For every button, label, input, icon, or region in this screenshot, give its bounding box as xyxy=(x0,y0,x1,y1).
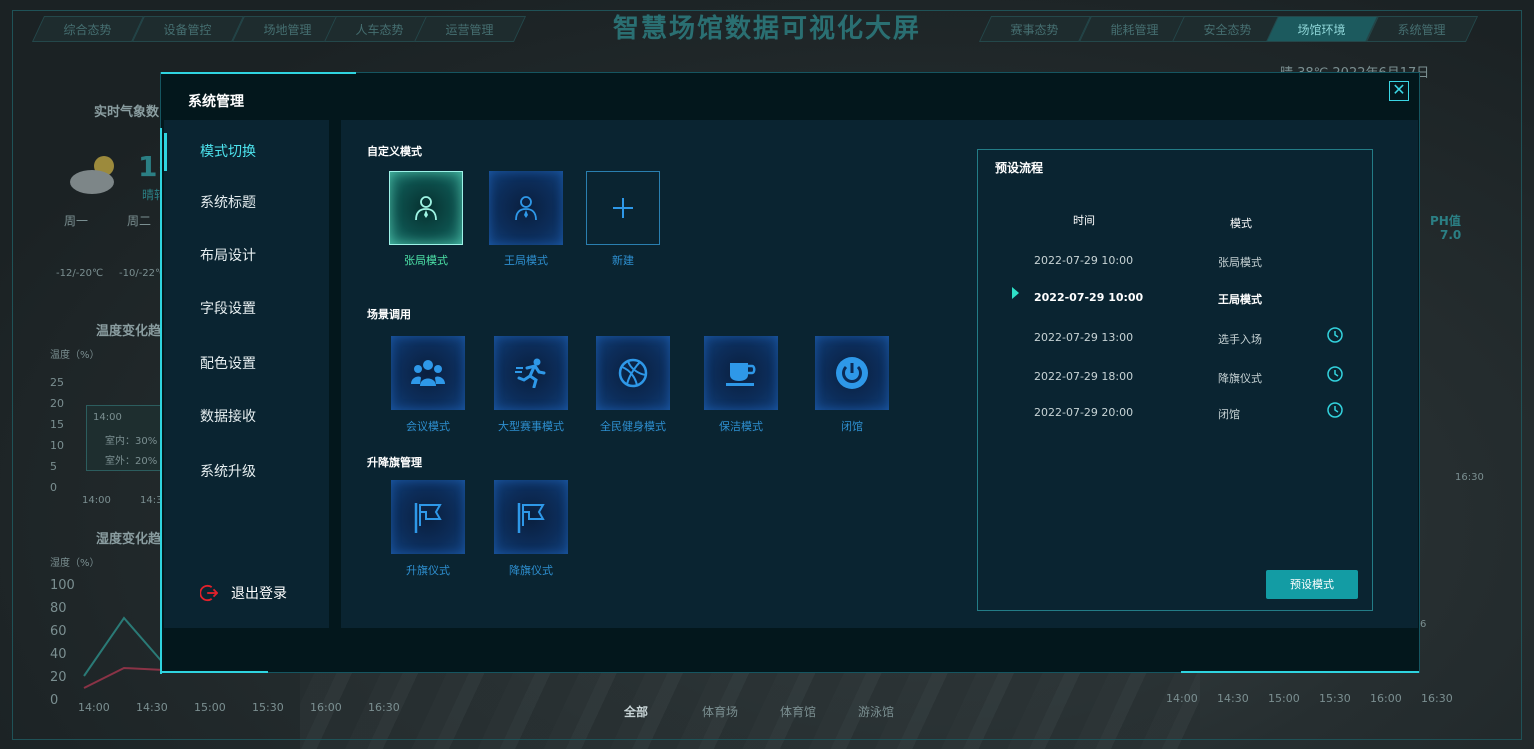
mode-tile-label: 新建 xyxy=(612,254,634,267)
mode-tile-label: 张局模式 xyxy=(404,254,448,267)
clock-icon[interactable] xyxy=(1327,402,1343,418)
settings-sidebar: 模式切换 系统标题 布局设计 字段设置 配色设置 数据接收 系统升级 退出登录 xyxy=(164,120,329,628)
cup-icon xyxy=(726,363,756,386)
scene-tile-label: 大型赛事模式 xyxy=(498,420,564,433)
flow-col-time: 时间 xyxy=(1073,214,1095,227)
flow-row-2-time: 2022-07-29 13:00 xyxy=(1034,331,1134,344)
flag-tile-label: 升旗仪式 xyxy=(406,564,450,577)
logout-label: 退出登录 xyxy=(231,586,287,602)
flow-row-0-mode: 张局模式 xyxy=(1218,256,1262,269)
dialog-title: 系统管理 xyxy=(188,94,244,110)
accent-line xyxy=(161,671,268,673)
accent-line xyxy=(160,128,162,674)
flow-row-1-time: 2022-07-29 10:00 xyxy=(1034,291,1144,304)
sidebar-item-colors[interactable]: 配色设置 xyxy=(164,343,329,385)
mode-tile-zhang[interactable] xyxy=(389,171,463,245)
modal-overlay: 系统管理 ✕ 模式切换 系统标题 布局设计 字段设置 配色设置 数据接收 系统升… xyxy=(0,0,1534,749)
person-tie-icon xyxy=(515,196,537,221)
flow-col-mode: 模式 xyxy=(1230,217,1252,230)
flow-row-4-time: 2022-07-29 20:00 xyxy=(1034,406,1134,419)
flag-tile-raise[interactable] xyxy=(391,480,465,554)
sidebar-item-upgrade[interactable]: 系统升级 xyxy=(164,451,329,493)
power-icon xyxy=(836,357,868,389)
accent-line xyxy=(1181,671,1419,673)
new-mode-button[interactable] xyxy=(586,171,660,245)
flag-icon xyxy=(414,503,442,533)
scene-tile-label: 会议模式 xyxy=(406,420,450,433)
flag-tile-label: 降旗仪式 xyxy=(509,564,553,577)
accent-line xyxy=(161,72,356,74)
sidebar-item-data-receive[interactable]: 数据接收 xyxy=(164,396,329,438)
scene-tile-cleaning[interactable] xyxy=(704,336,778,410)
sidebar-item-layout[interactable]: 布局设计 xyxy=(164,235,329,277)
runner-icon xyxy=(515,358,546,388)
person-tie-icon xyxy=(415,196,437,221)
scene-heading: 场景调用 xyxy=(367,308,411,321)
mode-tile-label: 王局模式 xyxy=(504,254,548,267)
flow-row-0-time: 2022-07-29 10:00 xyxy=(1034,254,1134,267)
scene-tile-close[interactable] xyxy=(815,336,889,410)
sidebar-item-fields[interactable]: 字段设置 xyxy=(164,288,329,330)
sidebar-item-mode-switch[interactable]: 模式切换 xyxy=(164,131,329,173)
clock-icon[interactable] xyxy=(1327,366,1343,382)
scene-tile-meeting[interactable] xyxy=(391,336,465,410)
close-icon: ✕ xyxy=(1392,80,1406,99)
group-icon xyxy=(411,360,445,386)
mode-tile-wang[interactable] xyxy=(489,171,563,245)
scene-tile-fitness[interactable] xyxy=(596,336,670,410)
system-management-dialog: 系统管理 ✕ 模式切换 系统标题 布局设计 字段设置 配色设置 数据接收 系统升… xyxy=(160,72,1420,674)
logout-icon xyxy=(200,584,218,602)
logout-button[interactable]: 退出登录 xyxy=(200,578,287,608)
plus-icon xyxy=(613,198,633,218)
scene-tile-event[interactable] xyxy=(494,336,568,410)
flow-row-3-time: 2022-07-29 18:00 xyxy=(1034,370,1134,383)
flow-row-1-mode: 王局模式 xyxy=(1218,293,1262,306)
ball-icon xyxy=(618,358,648,388)
mode-switch-panel: 自定义模式 张局模式 王局模式 新建 场景调用 会议模式 大型赛事模式 全民健身… xyxy=(341,120,1418,628)
sidebar-item-system-title[interactable]: 系统标题 xyxy=(164,182,329,224)
flow-row-3-mode: 降旗仪式 xyxy=(1218,372,1262,385)
preset-flow-title: 预设流程 xyxy=(995,161,1044,175)
scene-tile-label: 闭馆 xyxy=(841,420,863,433)
flag-tile-lower[interactable] xyxy=(494,480,568,554)
clock-icon[interactable] xyxy=(1327,327,1343,343)
scene-tile-label: 全民健身模式 xyxy=(600,420,666,433)
close-button[interactable]: ✕ xyxy=(1389,81,1409,101)
preset-mode-button[interactable]: 预设模式 xyxy=(1266,570,1358,599)
flow-row-4-mode: 闭馆 xyxy=(1218,408,1240,421)
custom-mode-heading: 自定义模式 xyxy=(367,145,422,158)
flag-heading: 升降旗管理 xyxy=(367,456,422,469)
flow-row-2-mode: 选手入场 xyxy=(1218,333,1262,346)
scene-tile-label: 保洁模式 xyxy=(719,420,763,433)
current-row-arrow-icon xyxy=(1012,287,1019,299)
preset-flow-panel: 预设流程 时间 模式 2022-07-29 10:00 张局模式 2022-07… xyxy=(977,149,1373,611)
flag-icon xyxy=(517,503,545,533)
